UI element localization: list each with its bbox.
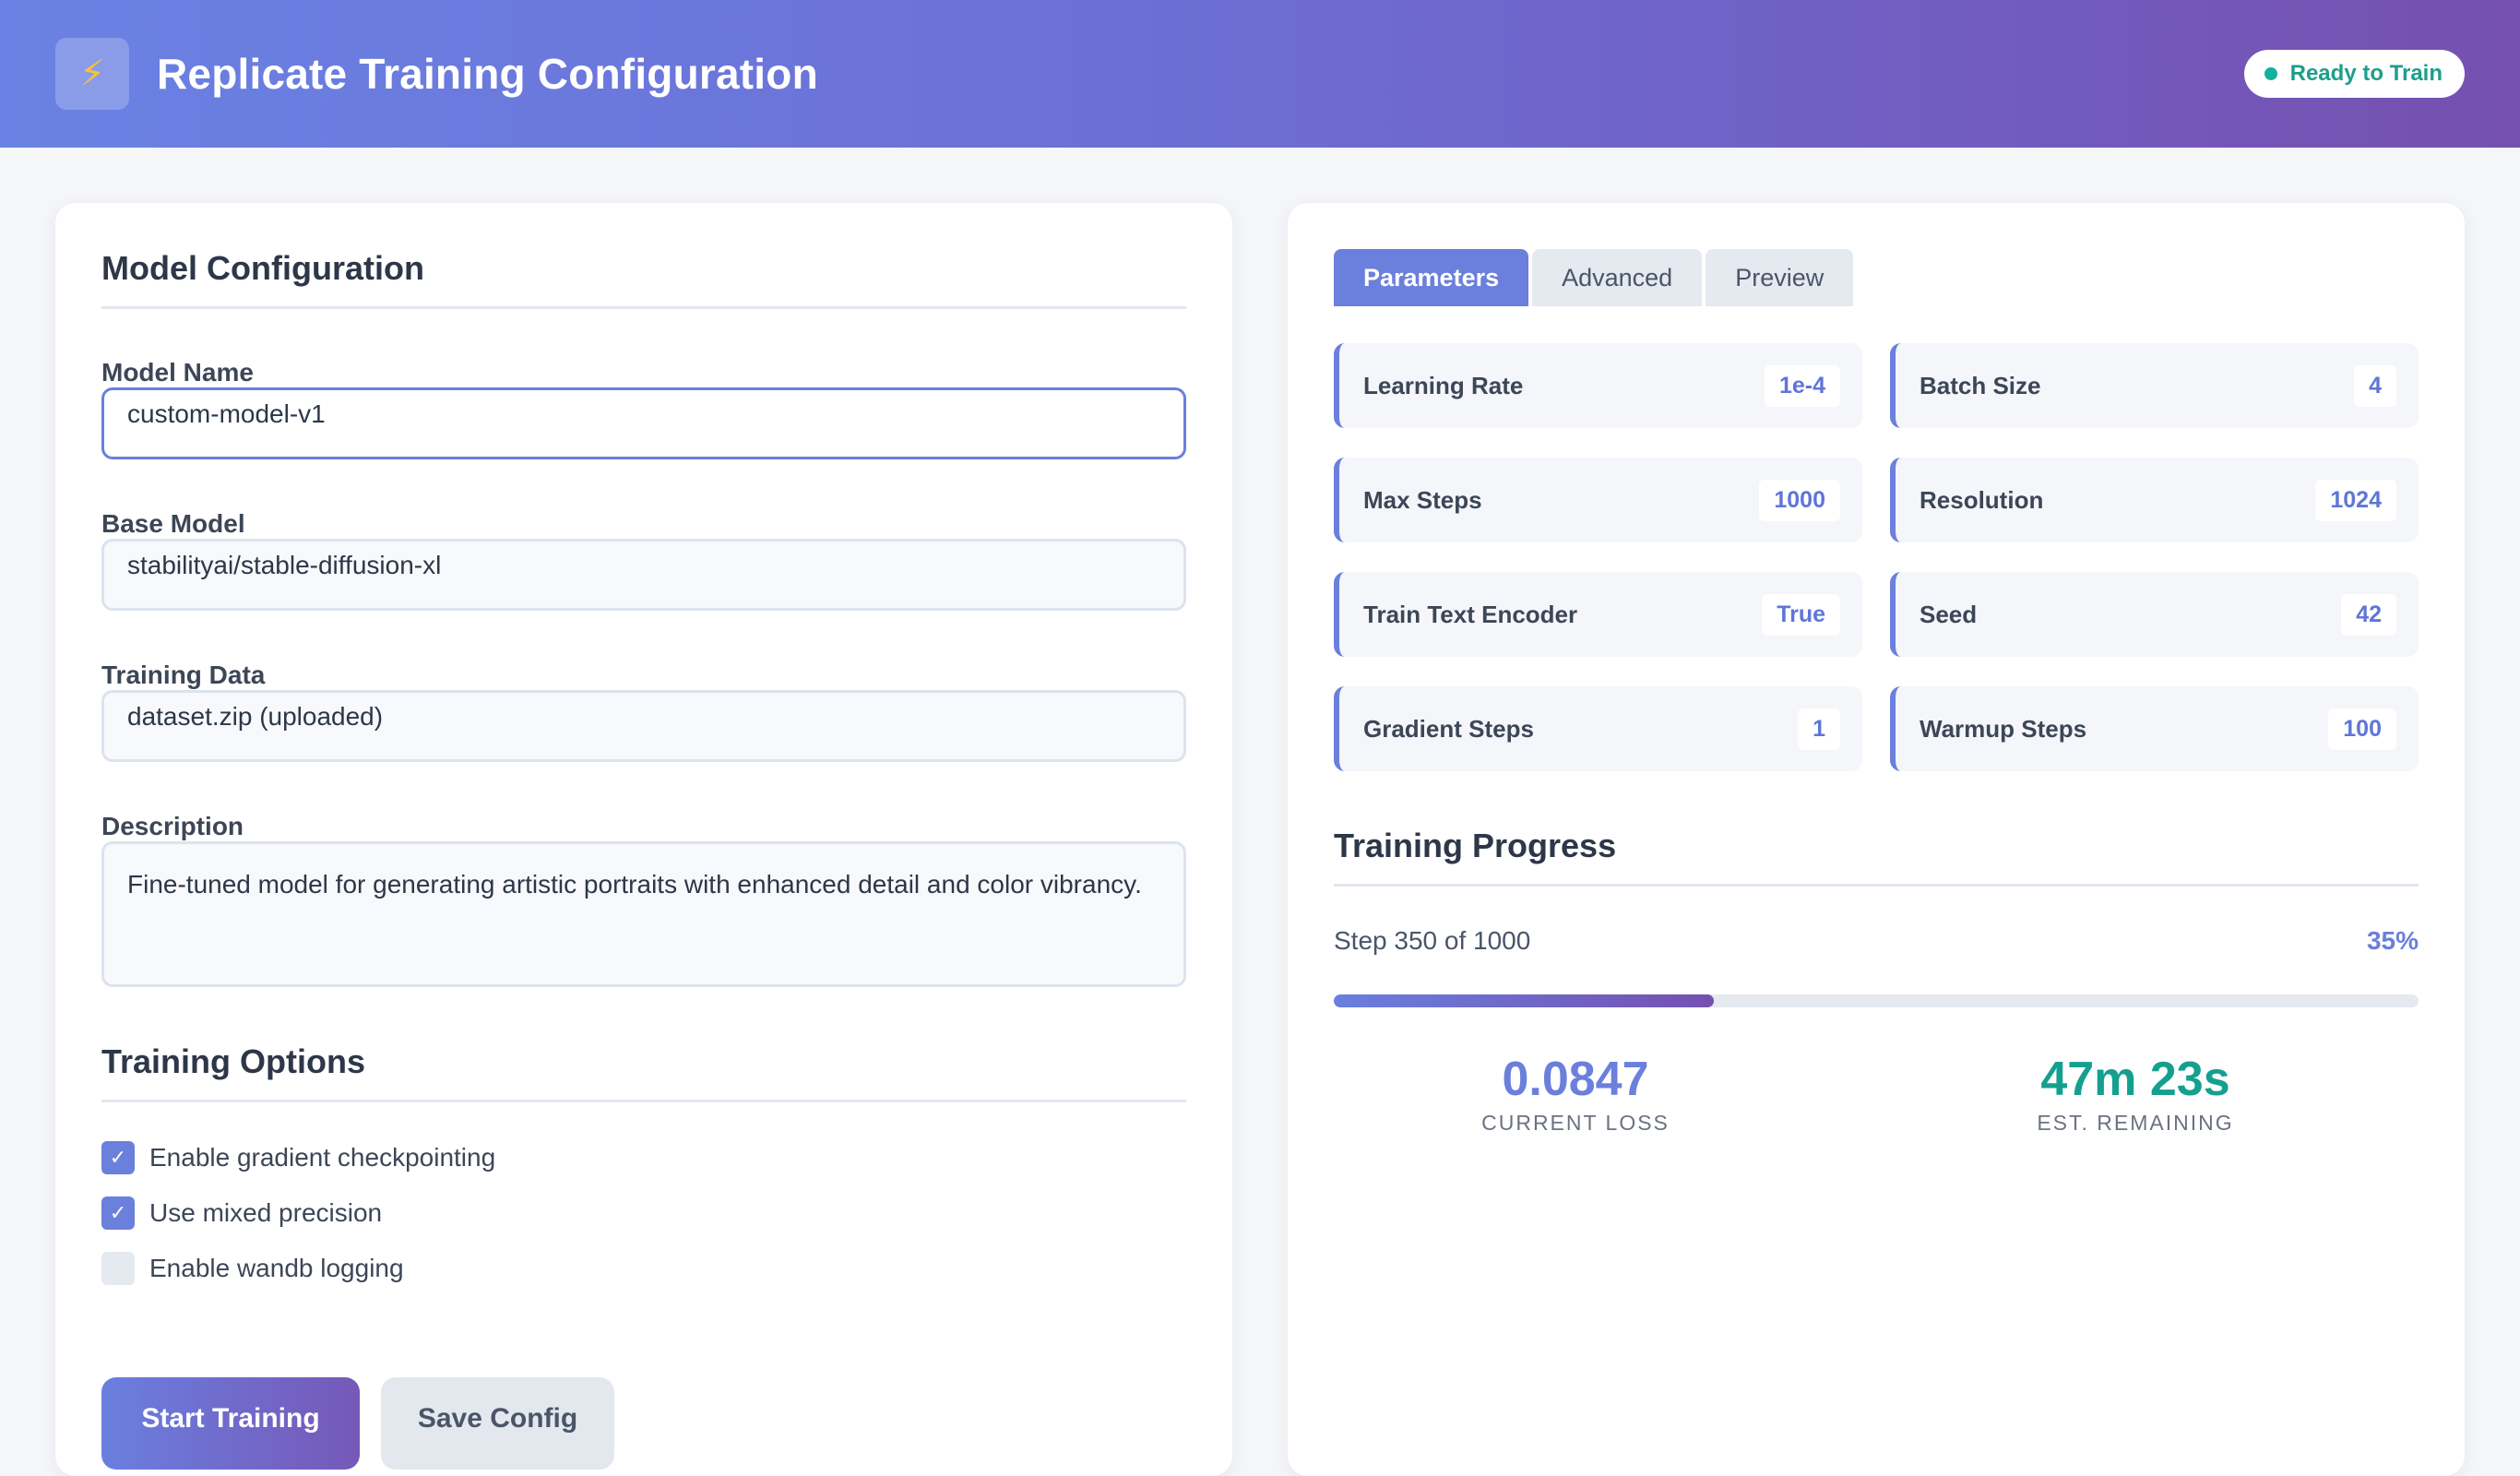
param-value: 4	[2354, 364, 2396, 407]
param-value: 1	[1798, 708, 1840, 750]
progress-bar	[1334, 994, 2419, 1007]
option-mixed-precision[interactable]: ✓ Use mixed precision	[101, 1196, 382, 1230]
base-model-input[interactable]: stabilityai/stable-diffusion-xl	[101, 539, 1186, 611]
current-loss-value: 0.0847	[1502, 1053, 1649, 1106]
current-loss-metric: 0.0847 CURRENT LOSS	[1345, 1052, 1806, 1136]
description-label: Description	[101, 812, 244, 840]
checkbox-checked-icon[interactable]: ✓	[101, 1196, 135, 1230]
param-label: Train Text Encoder	[1363, 600, 1578, 628]
est-remaining-label: EST. REMAINING	[2037, 1111, 2234, 1135]
tab-bar: Parameters Advanced Preview	[1334, 249, 1857, 306]
training-progress-title: Training Progress	[1334, 827, 2419, 887]
tab-parameters[interactable]: Parameters	[1334, 249, 1529, 306]
param-value: 1000	[1759, 479, 1840, 521]
lightning-icon: ⚡	[55, 38, 129, 110]
description-textarea[interactable]: Fine-tuned model for generating artistic…	[101, 841, 1186, 987]
model-name-input[interactable]: custom-model-v1	[101, 387, 1186, 459]
tab-preview[interactable]: Preview	[1706, 249, 1854, 306]
param-resolution: Resolution 1024	[1890, 458, 2419, 542]
param-seed: Seed 42	[1890, 572, 2419, 657]
param-label: Batch Size	[1920, 371, 2041, 399]
option-label: Enable gradient checkpointing	[149, 1143, 496, 1172]
option-label: Enable wandb logging	[149, 1254, 404, 1282]
training-data-input[interactable]: dataset.zip (uploaded)	[101, 690, 1186, 762]
param-value: True	[1762, 593, 1840, 636]
status-text: Ready to Train	[2289, 61, 2443, 86]
status-badge: Ready to Train	[2243, 50, 2465, 98]
progress-bar-fill	[1334, 994, 1714, 1007]
option-gradient-checkpointing[interactable]: ✓ Enable gradient checkpointing	[101, 1141, 495, 1174]
start-training-button[interactable]: Start Training	[101, 1377, 360, 1470]
progress-percent: 35%	[2366, 926, 2419, 955]
model-configuration-panel: Model Configuration Model Name custom-mo…	[55, 203, 1232, 1476]
current-loss-label: CURRENT LOSS	[1481, 1111, 1670, 1135]
param-value: 100	[2328, 708, 2396, 750]
base-model-label: Base Model	[101, 509, 245, 538]
progress-step-text: Step 350 of 1000	[1334, 926, 1531, 955]
param-warmup-steps: Warmup Steps 100	[1890, 686, 2419, 771]
est-remaining-metric: 47m 23s EST. REMAINING	[1905, 1052, 2366, 1136]
checkbox-unchecked-icon[interactable]	[101, 1252, 135, 1285]
save-config-button[interactable]: Save Config	[381, 1377, 614, 1470]
param-value: 1e-4	[1764, 364, 1840, 407]
param-label: Max Steps	[1363, 485, 1482, 514]
param-label: Resolution	[1920, 485, 2044, 514]
model-configuration-title: Model Configuration	[101, 249, 1186, 309]
param-label: Seed	[1920, 600, 1978, 628]
param-label: Warmup Steps	[1920, 714, 2087, 743]
training-data-label: Training Data	[101, 661, 266, 689]
page-title: Replicate Training Configuration	[157, 50, 818, 98]
tab-advanced[interactable]: Advanced	[1532, 249, 1703, 306]
checkbox-checked-icon[interactable]: ✓	[101, 1141, 135, 1174]
param-batch-size: Batch Size 4	[1890, 343, 2419, 428]
param-label: Learning Rate	[1363, 371, 1524, 399]
training-options-title: Training Options	[101, 1042, 1186, 1102]
param-gradient-steps: Gradient Steps 1	[1334, 686, 1862, 771]
param-learning-rate: Learning Rate 1e-4	[1334, 343, 1862, 428]
option-label: Use mixed precision	[149, 1198, 383, 1227]
param-label: Gradient Steps	[1363, 714, 1534, 743]
param-value: 1024	[2315, 479, 2396, 521]
param-max-steps: Max Steps 1000	[1334, 458, 1862, 542]
parameters-panel: Parameters Advanced Preview Learning Rat…	[1288, 203, 2465, 1476]
param-value: 42	[2341, 593, 2396, 636]
model-name-label: Model Name	[101, 358, 254, 387]
est-remaining-value: 47m 23s	[2040, 1053, 2230, 1106]
param-train-text-encoder: Train Text Encoder True	[1334, 572, 1862, 657]
app-header: ⚡ Replicate Training Configuration Ready…	[0, 0, 2520, 148]
status-dot-icon	[2264, 67, 2277, 80]
option-wandb-logging[interactable]: Enable wandb logging	[101, 1252, 404, 1285]
progress-info: Step 350 of 1000 35%	[1334, 926, 2419, 956]
